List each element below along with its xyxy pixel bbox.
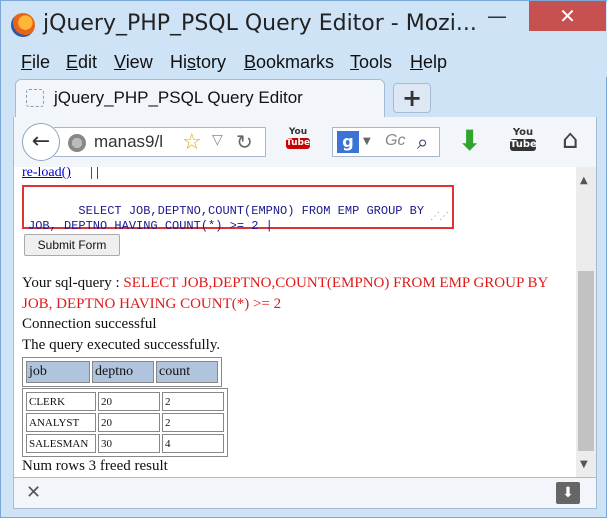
menu-file[interactable]: File [21, 52, 50, 73]
execution-message: The query executed successfully. [22, 337, 221, 353]
table-row: SALESMAN 30 4 [26, 434, 224, 453]
close-window-button[interactable]: ✕ [529, 1, 606, 31]
search-bar[interactable]: g ▼ Gc ⌕ [332, 127, 440, 157]
navigation-toolbar: manas9/l ☆ ▽ ↻ ← You Tube g ▼ Gc ⌕ ⬇ You T… [13, 117, 597, 167]
bookmark-star-icon[interactable]: ☆ [182, 130, 202, 155]
query-text[interactable]: SELECT JOB,DEPTNO,COUNT(EMPNO) FROM EMP … [28, 204, 424, 233]
tab-query-editor[interactable]: jQuery_PHP_PSQL Query Editor [15, 79, 385, 117]
tab-strip: jQuery_PHP_PSQL Query Editor + [1, 79, 607, 117]
result-data-table: CLERK 20 2 ANALYST 20 2 SALESMAN 30 4 [22, 388, 228, 457]
result-header-table: job deptno count [22, 357, 222, 387]
menu-edit[interactable]: Edit [66, 52, 97, 73]
menu-bookmarks[interactable]: Bookmarks [244, 52, 334, 73]
download-icon[interactable]: ⬇ [458, 127, 481, 155]
reload-icon[interactable]: ↻ [236, 130, 253, 154]
table-row: CLERK 20 2 [26, 392, 224, 411]
download-manager-icon[interactable]: ⬇ [556, 482, 580, 504]
browser-window: jQuery_PHP_PSQL Query Editor - Mozi... —… [0, 0, 607, 518]
new-tab-button[interactable]: + [393, 83, 431, 113]
home-icon[interactable]: ⌂ [562, 125, 579, 155]
page-content: re-load() | | SELECT JOB,DEPTNO,COUNT(EM… [13, 167, 597, 477]
menu-tools[interactable]: Tools [350, 52, 392, 73]
sql-query-label: Your sql-query : [22, 275, 124, 291]
scrollbar-thumb[interactable] [578, 271, 594, 451]
rows-message: Num rows 3 freed result [22, 458, 168, 474]
minimize-button[interactable]: — [475, 1, 519, 31]
firefox-logo-icon[interactable] [11, 13, 35, 37]
menu-view[interactable]: View [114, 52, 153, 73]
cell-count: 2 [162, 392, 224, 411]
url-dropdown-icon[interactable]: ▽ [212, 132, 223, 148]
menu-help[interactable]: Help [410, 52, 447, 73]
cell-deptno: 20 [98, 413, 160, 432]
url-text[interactable]: manas9/l [94, 132, 163, 152]
tab-label: jQuery_PHP_PSQL Query Editor [54, 88, 303, 107]
close-icon[interactable]: ✕ [26, 482, 41, 503]
cell-deptno: 30 [98, 434, 160, 453]
google-icon[interactable]: g [337, 131, 359, 153]
window-title: jQuery_PHP_PSQL Query Editor - Mozi... [43, 11, 477, 36]
url-bar[interactable]: manas9/l ☆ ▽ ↻ [54, 127, 266, 157]
search-icon[interactable]: ⌕ [417, 130, 428, 154]
menu-bar: File Edit View History Bookmarks Tools H… [1, 49, 607, 77]
query-textarea[interactable]: SELECT JOB,DEPTNO,COUNT(EMPNO) FROM EMP … [22, 185, 454, 233]
cell-job: CLERK [26, 392, 96, 411]
page-favicon-icon [26, 89, 44, 107]
scroll-up-icon[interactable]: ▲ [580, 175, 588, 186]
header-job: job [26, 361, 90, 383]
cell-job: ANALYST [26, 413, 96, 432]
back-arrow-icon: ← [31, 129, 51, 154]
header-deptno: deptno [92, 361, 154, 383]
youtube-downloader-icon[interactable]: You Tube [510, 127, 537, 155]
sql-query-echo: Your sql-query : SELECT JOB,DEPTNO,COUNT… [22, 273, 552, 315]
resize-grip-icon[interactable]: ⋰⋰ [430, 210, 449, 225]
youtube-icon[interactable]: You Tube [286, 127, 310, 155]
addon-bar: ✕ ⬇ [13, 477, 597, 509]
cell-count: 2 [162, 413, 224, 432]
cell-count: 4 [162, 434, 224, 453]
submit-button[interactable]: Submit Form [24, 234, 120, 256]
vertical-scrollbar[interactable]: ▲ ▼ [576, 167, 596, 477]
title-bar: jQuery_PHP_PSQL Query Editor - Mozi... —… [1, 1, 607, 49]
reload-link[interactable]: re-load() [22, 167, 71, 181]
globe-icon[interactable] [68, 134, 86, 152]
header-count: count [156, 361, 218, 383]
search-input[interactable]: Gc [385, 132, 405, 150]
connection-message: Connection successful [22, 316, 157, 332]
link-separator: | | [90, 167, 100, 180]
menu-history[interactable]: History [170, 52, 226, 73]
cell-job: SALESMAN [26, 434, 96, 453]
scroll-down-icon[interactable]: ▼ [580, 459, 588, 470]
table-row: ANALYST 20 2 [26, 413, 224, 432]
cell-deptno: 20 [98, 392, 160, 411]
search-engine-dropdown-icon[interactable]: ▼ [363, 136, 371, 147]
back-button[interactable]: ← [22, 123, 60, 161]
